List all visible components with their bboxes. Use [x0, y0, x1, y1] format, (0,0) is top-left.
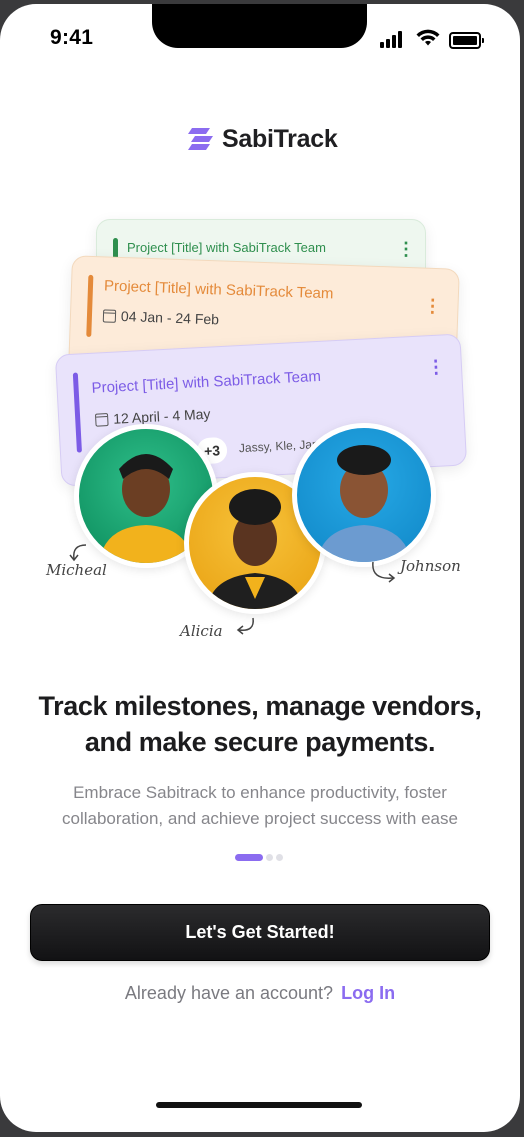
card-title: Project [Title] with SabiTrack Team — [91, 367, 322, 397]
onboarding-headline: Track milestones, manage vendors, and ma… — [20, 688, 500, 760]
card-accent-bar — [72, 372, 82, 453]
sabitrack-logo-icon — [188, 128, 213, 150]
card-accent-bar — [86, 274, 94, 337]
card-date-text: 04 Jan - 24 Feb — [120, 308, 220, 328]
login-prompt-row: Already have an account? Log In — [0, 983, 520, 1004]
person-name-label: Micheal — [46, 561, 107, 579]
more-options-icon[interactable]: ⋮ — [423, 296, 442, 317]
calendar-icon — [94, 412, 109, 427]
battery-icon — [449, 32, 484, 49]
home-indicator[interactable] — [156, 1102, 362, 1108]
page-indicator — [235, 853, 283, 861]
curved-arrow-icon — [69, 544, 87, 562]
person-name-label: Alicia — [180, 622, 223, 640]
cellular-signal-icon — [380, 30, 406, 48]
person-name-label: Johnson — [400, 557, 461, 575]
more-options-icon[interactable]: ⋮ — [426, 356, 445, 377]
brand-name: SabiTrack — [222, 124, 338, 153]
curved-arrow-icon — [236, 617, 254, 635]
login-prompt-text: Already have an account? — [124, 983, 334, 1003]
card-date: 04 Jan - 24 Feb — [102, 307, 220, 328]
device-notch — [152, 4, 367, 48]
card-title: Project [Title] with SabiTrack Team — [103, 277, 334, 303]
card-title: Project [Title] with SabiTrack Team — [127, 240, 326, 255]
onboarding-screen: 9:41 SabiTrack Project [Title] with Sabi… — [0, 4, 520, 1132]
card-date-text: 12 April - 4 May — [112, 405, 211, 427]
curved-arrow-icon — [372, 561, 396, 583]
page-dot-active[interactable] — [235, 853, 263, 861]
status-time: 9:41 — [50, 26, 94, 49]
headline-line: Track milestones, manage vendors, — [38, 691, 482, 721]
onboarding-subtext: Embrace Sabitrack to enhance productivit… — [20, 780, 500, 832]
subtext-line: collaboration, and achieve project succe… — [62, 809, 458, 828]
wifi-icon — [416, 29, 440, 46]
calendar-icon — [102, 308, 117, 323]
page-dot[interactable] — [276, 853, 283, 861]
page-dot[interactable] — [266, 853, 273, 861]
headline-line: and make secure payments. — [84, 727, 436, 757]
more-options-icon[interactable]: ⋮ — [397, 240, 415, 258]
login-link[interactable]: Log In — [341, 983, 395, 1003]
get-started-button[interactable]: Let's Get Started! — [30, 904, 490, 961]
person-icon — [317, 445, 411, 562]
subtext-line: Embrace Sabitrack to enhance productivit… — [73, 783, 447, 802]
avatar-johnson — [292, 423, 436, 567]
brand-logo: SabiTrack — [186, 123, 338, 155]
